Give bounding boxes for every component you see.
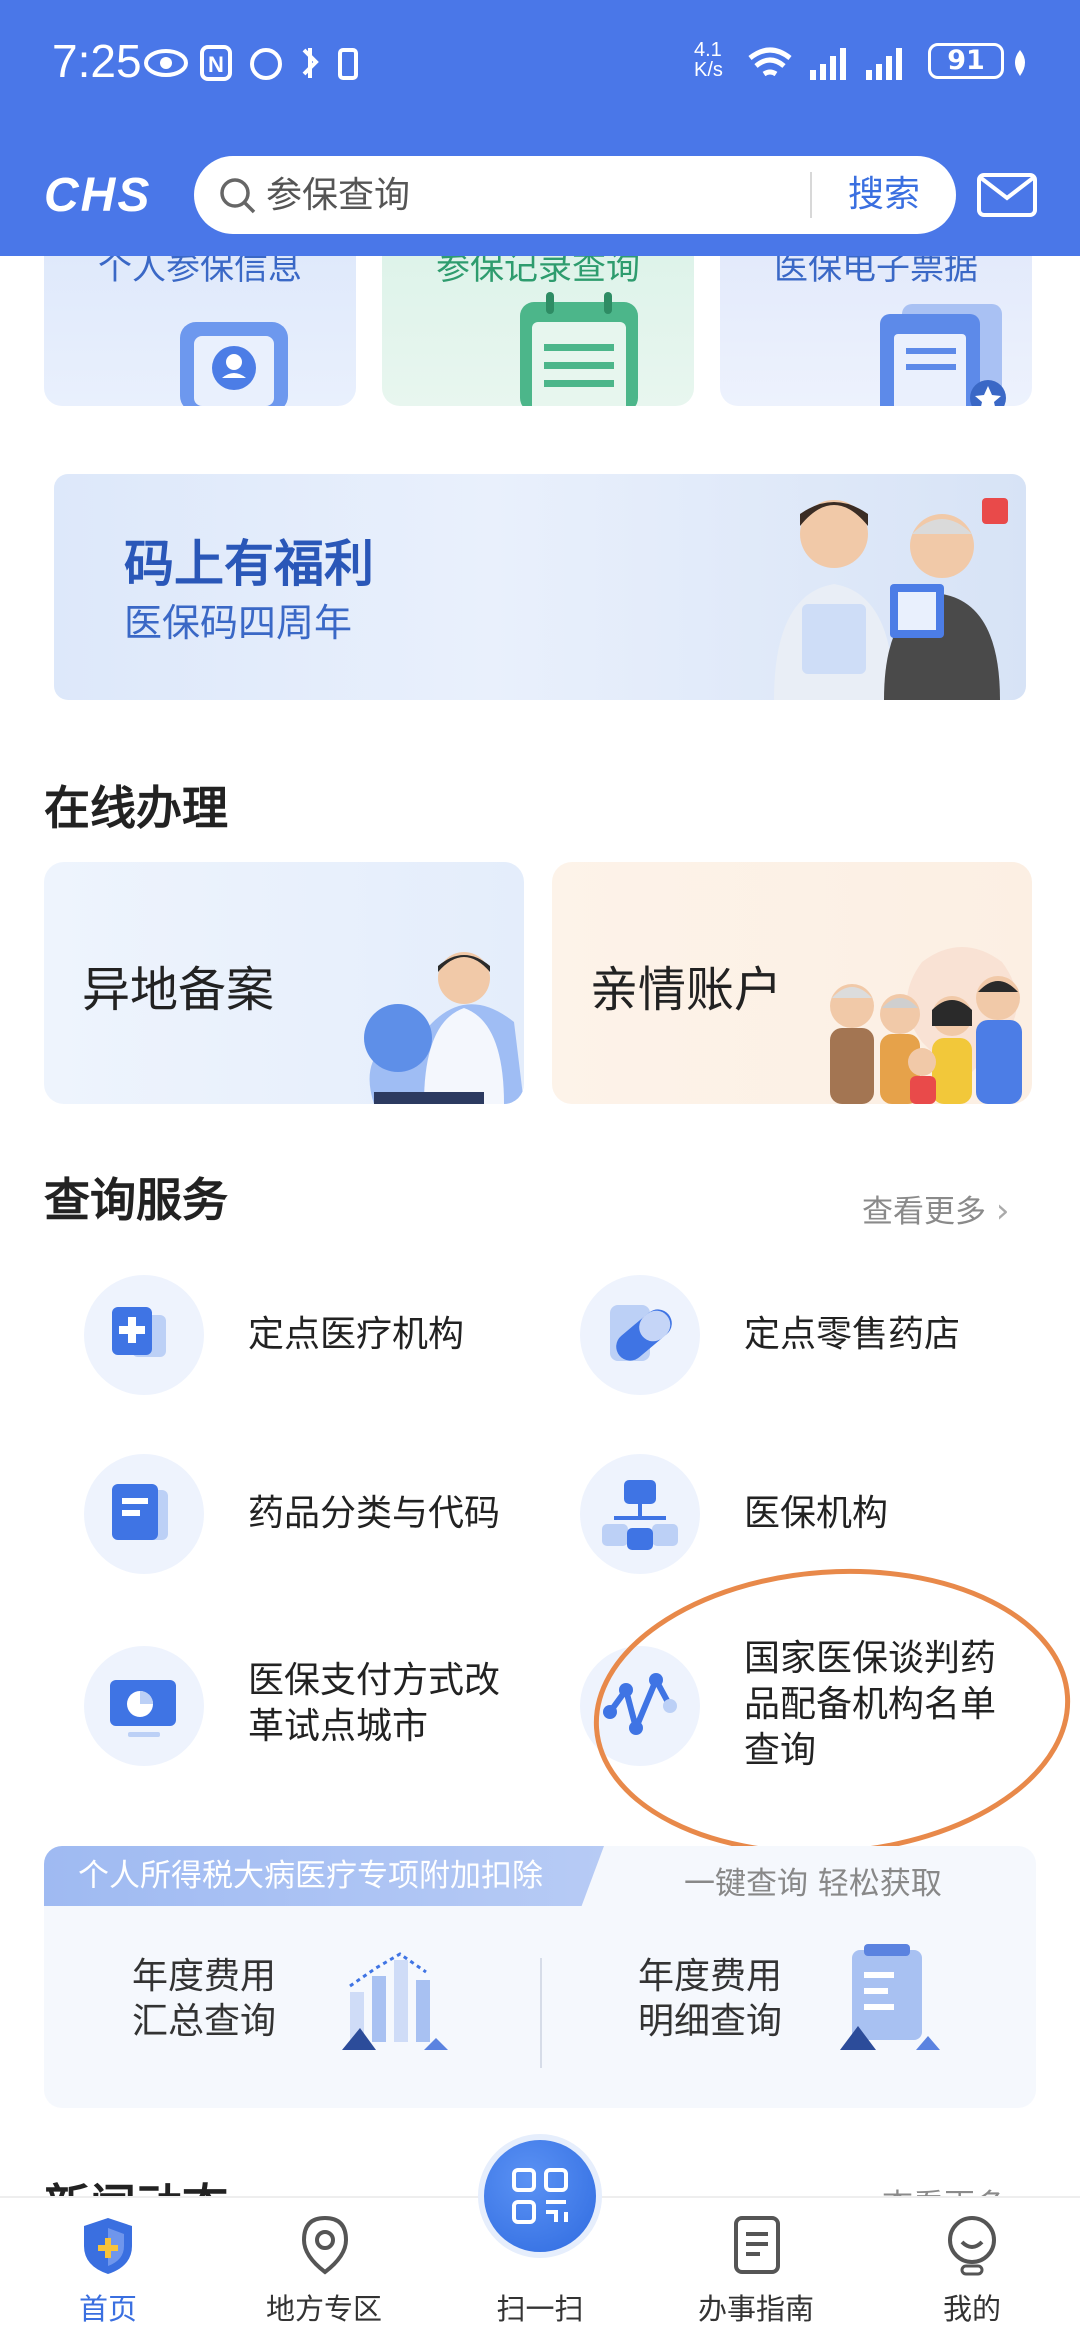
document-icon (84, 1454, 204, 1574)
detail-list-icon (840, 1944, 940, 2050)
pill-icon (580, 1275, 700, 1395)
nav-item-local-zone[interactable]: 地方专区 (244, 2198, 404, 2333)
search-icon (220, 178, 256, 214)
profile-search-icon (180, 322, 288, 406)
card-personal-insurance[interactable]: 个人参保信息 (44, 248, 356, 406)
search-bar[interactable]: 搜索 (194, 156, 956, 234)
nav-item-home[interactable]: 首页 (28, 2198, 188, 2333)
signal-icons (748, 47, 902, 80)
top-header: 7:25 N 4.1 K/s 91 CHS 搜索 (0, 0, 1080, 256)
nav-item-scan[interactable]: 扫一扫 (460, 2268, 620, 2328)
tax-slogan: 一键查询 轻松获取 (684, 1866, 942, 1902)
nav-item-guide[interactable]: 办事指南 (676, 2198, 836, 2333)
query-item-drug-classification[interactable]: 药品分类与代码 (84, 1444, 564, 1584)
tax-tag: 个人所得税大病医疗专项附加扣除 (44, 1846, 604, 1906)
banner-people-illustration (774, 498, 1008, 700)
invoice-icon (880, 304, 1006, 406)
nav-label: 地方专区 (265, 2292, 382, 2326)
nav-label: 首页 (78, 2292, 137, 2326)
tax-item-label: 年度费用 明细查询 (638, 1956, 783, 2042)
promo-banner[interactable]: 码上有福利 医保码四周年 (54, 474, 1026, 700)
family-illustration (830, 947, 1022, 1104)
query-item-label: 定点零售药店 (744, 1314, 961, 1355)
bar-chart-icon (342, 1952, 448, 2050)
query-item-label: 医保支付方式改 革试点城市 (248, 1660, 501, 1747)
banner-subtitle: 医保码四周年 (124, 601, 353, 645)
scan-button[interactable] (478, 2134, 602, 2258)
query-item-label: 药品分类与代码 (248, 1493, 501, 1534)
qr-code-icon (512, 2168, 568, 2224)
hospital-icon (84, 1275, 204, 1395)
query-item-label: 定点医疗机构 (248, 1314, 465, 1355)
query-item-retail-pharmacy[interactable]: 定点零售药店 (580, 1265, 1060, 1405)
profile-smile-icon (948, 2216, 996, 2276)
service-card-family-account[interactable]: 亲情账户 (552, 862, 1032, 1104)
shield-home-icon (84, 2218, 132, 2274)
chs-logo: CHS (44, 169, 152, 222)
monitor-icon (84, 1646, 204, 1766)
service-label: 异地备案 (82, 962, 275, 1018)
query-item-medical-institution[interactable]: 定点医疗机构 (84, 1265, 564, 1405)
tax-annual-detail[interactable]: 年度费用 明细查询 (584, 1918, 1024, 2098)
nav-label: 扫一扫 (496, 2292, 584, 2326)
search-input[interactable] (266, 168, 786, 222)
calendar-icon (520, 292, 638, 406)
mail-icon[interactable] (976, 172, 1038, 218)
tax-item-label: 年度费用 汇总查询 (132, 1956, 277, 2042)
org-chart-icon (580, 1454, 700, 1574)
online-section-title: 在线办理 (44, 781, 228, 835)
guide-document-icon (734, 2216, 780, 2274)
location-pin-icon (301, 2215, 349, 2275)
banner-title: 码上有福利 (124, 535, 374, 593)
card-insurance-record[interactable]: 参保记录查询 (382, 248, 694, 406)
net-speed: 4.1 K/s (694, 39, 723, 81)
battery-indicator: 91 (928, 43, 1004, 79)
card-e-invoice[interactable]: 医保电子票据 (720, 248, 1032, 406)
query-more-link[interactable]: 查看更多 › (862, 1186, 1009, 1231)
nav-item-mine[interactable]: 我的 (892, 2198, 1052, 2333)
service-label: 亲情账户 (590, 962, 783, 1018)
query-item-label: 医保机构 (744, 1493, 889, 1534)
nav-label: 我的 (942, 2292, 1001, 2326)
query-section-title: 查询服务 (44, 1173, 228, 1227)
status-time: 7:25 (52, 35, 142, 87)
svg-text:N: N (208, 52, 224, 77)
more-label: 查看更多 (862, 1194, 986, 1230)
chevron-right-icon: › (995, 1191, 1010, 1231)
highlight-circle (593, 1568, 1071, 1856)
search-divider (810, 172, 812, 218)
tax-deduction-section: 个人所得税大病医疗专项附加扣除 一键查询 轻松获取 年度费用 汇总查询 年度费用… (44, 1846, 1036, 2108)
nav-label: 办事指南 (697, 2292, 814, 2326)
service-card-remote-filing[interactable]: 异地备案 (44, 862, 524, 1104)
tax-annual-summary[interactable]: 年度费用 汇总查询 (84, 1918, 524, 2098)
tax-divider (540, 1958, 542, 2068)
query-item-payment-reform-cities[interactable]: 医保支付方式改 革试点城市 (84, 1636, 564, 1776)
leaf-icon (1015, 50, 1025, 76)
remote-filing-illustration (364, 952, 524, 1104)
search-button[interactable]: 搜索 (824, 166, 944, 224)
status-icons: N (144, 45, 358, 81)
